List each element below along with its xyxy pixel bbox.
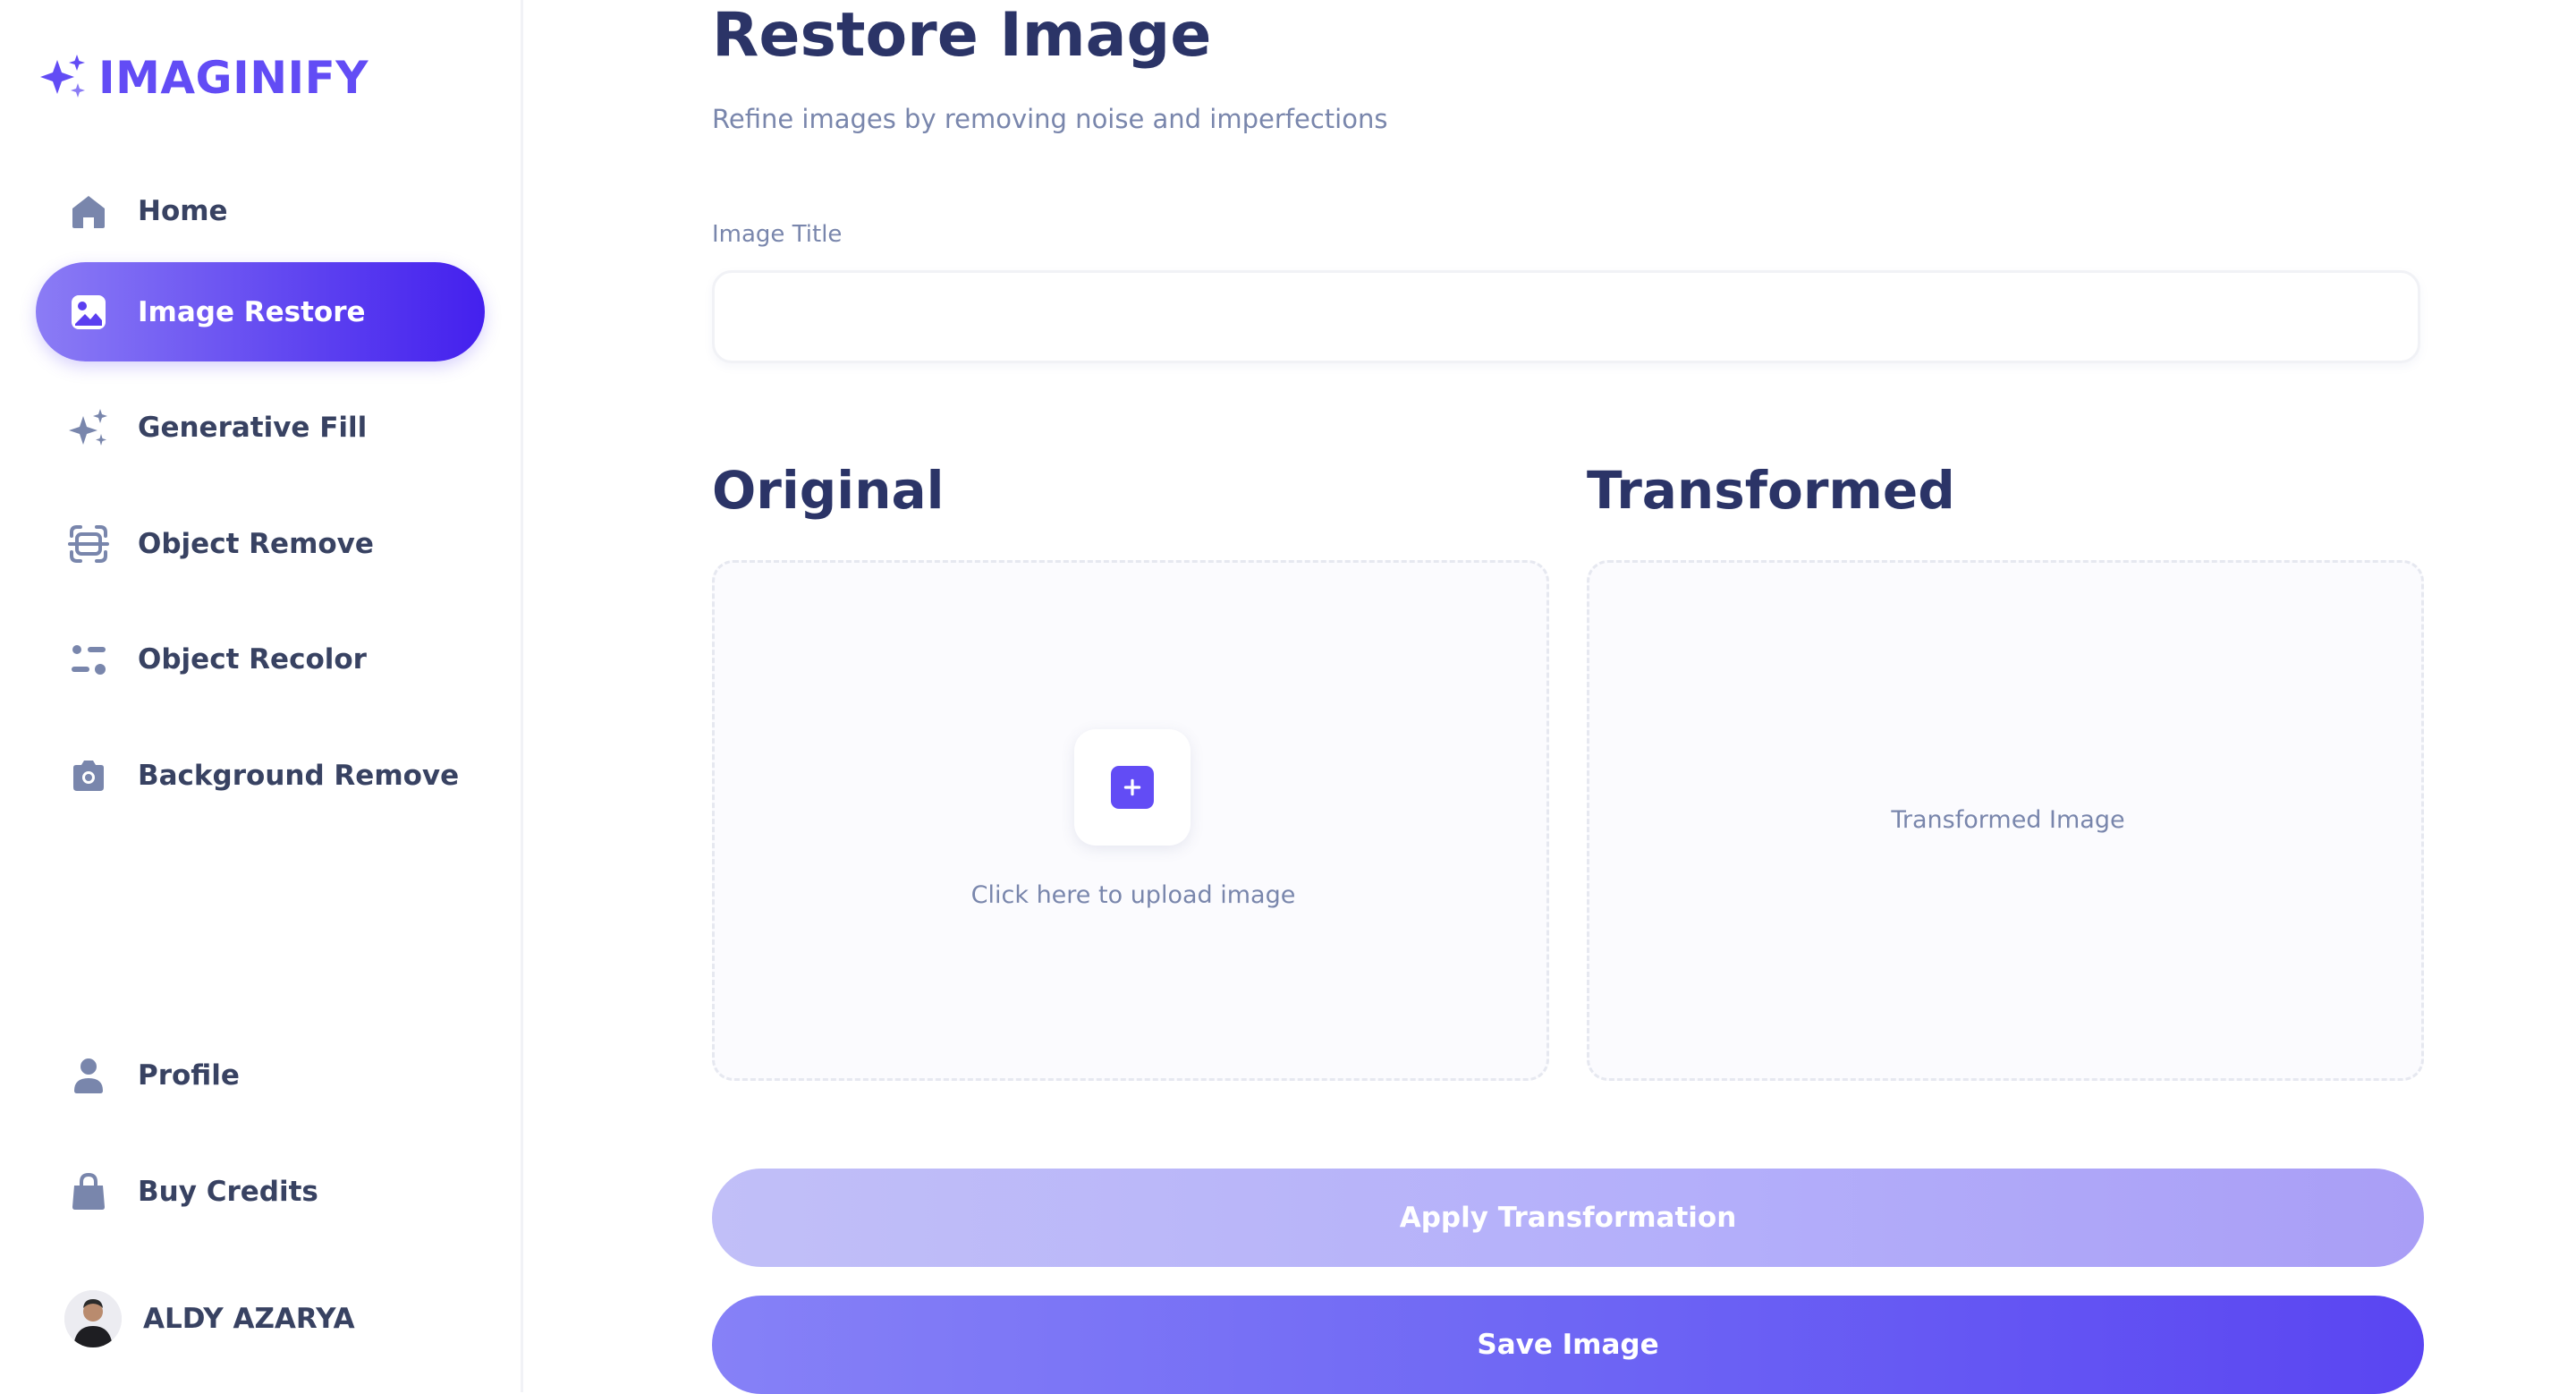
sidebar-item-label: Image Restore: [138, 295, 366, 328]
avatar[interactable]: [64, 1290, 122, 1347]
sidebar: IMAGINIFY Home Image Restore Generative …: [0, 0, 523, 1392]
transformed-heading: Transformed: [1587, 460, 1955, 521]
sidebar-item-label: Background Remove: [138, 759, 460, 792]
sidebar-item-object-remove[interactable]: Object Remove: [36, 494, 485, 593]
sidebar-item-label: Profile: [138, 1058, 240, 1092]
sidebar-item-object-recolor[interactable]: Object Recolor: [36, 609, 485, 709]
user-icon: [66, 1053, 111, 1098]
sidebar-item-generative-fill[interactable]: Generative Fill: [36, 378, 485, 477]
user-profile[interactable]: ALDY AZARYA: [64, 1290, 355, 1347]
app-logo[interactable]: IMAGINIFY: [38, 52, 369, 104]
original-upload-area[interactable]: Click here to upload image: [712, 560, 1549, 1081]
camera-icon: [66, 753, 111, 798]
bag-icon: [66, 1169, 111, 1214]
original-heading: Original: [712, 460, 945, 521]
image-title-input[interactable]: [712, 270, 2420, 363]
sidebar-item-label: Home: [138, 194, 228, 227]
image-icon: [66, 290, 111, 335]
transformed-image-area: Transformed Image: [1587, 560, 2424, 1081]
sidebar-item-background-remove[interactable]: Background Remove: [36, 726, 485, 825]
home-icon: [66, 189, 111, 234]
page-subtitle: Refine images by removing noise and impe…: [712, 104, 1388, 134]
sidebar-item-profile[interactable]: Profile: [36, 1025, 485, 1125]
user-name: ALDY AZARYA: [143, 1303, 355, 1335]
sidebar-item-label: Buy Credits: [138, 1175, 318, 1208]
save-image-button[interactable]: Save Image: [712, 1296, 2424, 1394]
app-name: IMAGINIFY: [98, 52, 369, 104]
sidebar-item-label: Object Remove: [138, 527, 374, 560]
sparkle-logo-icon: [40, 55, 85, 98]
sidebar-item-buy-credits[interactable]: Buy Credits: [36, 1142, 485, 1241]
stars-icon: [66, 405, 111, 450]
page-title: Restore Image: [712, 0, 1212, 71]
scan-icon: [66, 522, 111, 566]
transformed-placeholder: Transformed Image: [1891, 806, 2125, 834]
plus-icon: [1111, 766, 1154, 809]
sidebar-item-label: Object Recolor: [138, 642, 367, 676]
upload-button[interactable]: [1074, 729, 1191, 846]
sidebar-item-home[interactable]: Home: [36, 161, 485, 260]
upload-hint: Click here to upload image: [970, 881, 1296, 909]
filter-icon: [66, 637, 111, 682]
sidebar-item-label: Generative Fill: [138, 411, 368, 444]
apply-transformation-button[interactable]: Apply Transformation: [712, 1169, 2424, 1267]
sidebar-item-image-restore[interactable]: Image Restore: [36, 262, 485, 361]
image-title-label: Image Title: [712, 221, 843, 248]
